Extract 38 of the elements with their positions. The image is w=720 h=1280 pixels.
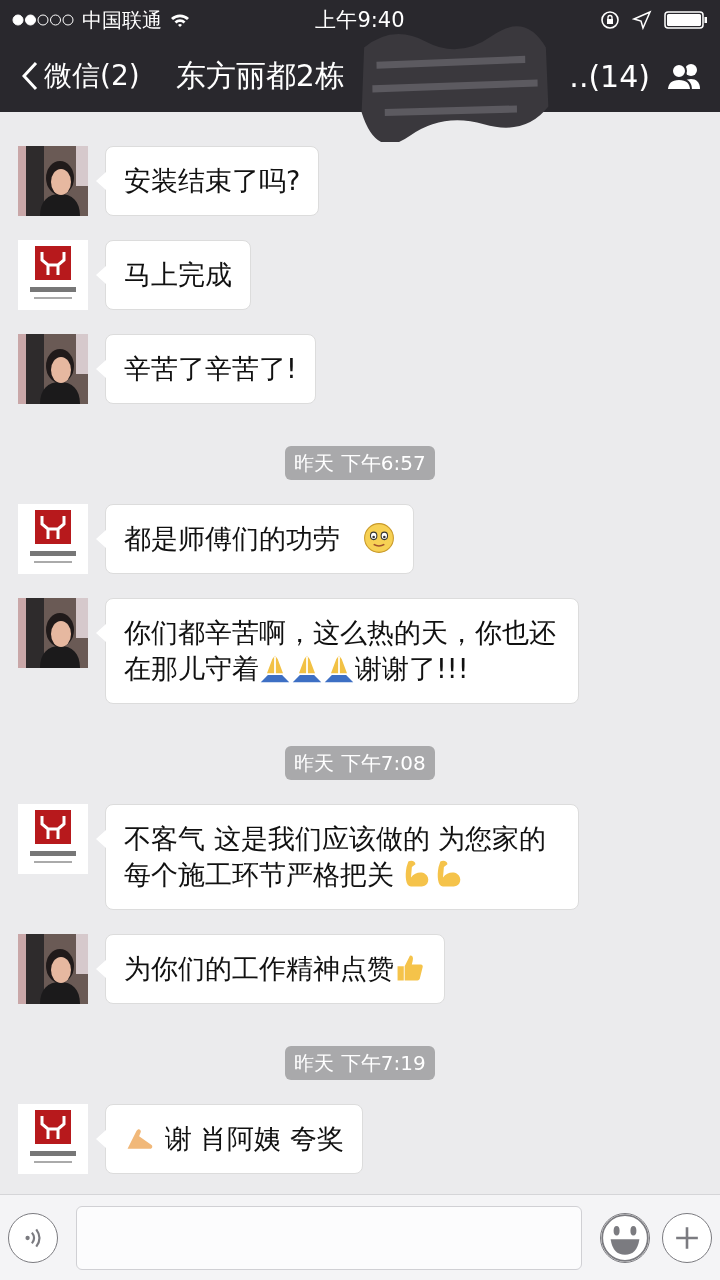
timestamp: 昨天 下午7:19	[285, 1046, 435, 1080]
plus-icon	[674, 1224, 700, 1251]
message-bubble: 都是师傅们的功劳	[105, 504, 414, 574]
company-avatar[interactable]	[18, 240, 88, 310]
emoji-button[interactable]	[600, 1212, 650, 1263]
user-avatar[interactable]	[18, 334, 88, 404]
message-bubble: 辛苦了辛苦了!	[105, 334, 316, 404]
back-button[interactable]: 微信(2)	[22, 57, 140, 95]
message-bubble: 安装结束了吗?	[105, 146, 320, 216]
chat-title: 东方丽都2栋	[175, 56, 345, 95]
voice-button[interactable]	[8, 1212, 58, 1263]
message-bubble: 谢 肖阿姨 夸奖	[105, 1104, 363, 1174]
company-avatar[interactable]	[18, 804, 88, 874]
status-time: 上午9:40	[315, 7, 405, 34]
timestamp: 昨天 下午7:08	[285, 746, 435, 780]
smiley-emoji-icon	[362, 522, 395, 554]
back-chevron-icon	[22, 61, 38, 91]
back-label: 微信(2)	[44, 58, 140, 94]
timestamp: 昨天 下午6:57	[285, 446, 435, 480]
message-bubble: 马上完成	[105, 240, 251, 310]
signal-icon	[12, 14, 74, 26]
company-avatar[interactable]	[18, 504, 88, 574]
wifi-icon	[170, 12, 190, 28]
company-avatar[interactable]	[18, 1104, 88, 1174]
battery-icon	[664, 10, 708, 30]
user-avatar[interactable]	[18, 598, 88, 668]
message-bubble: 为你们的工作精神点赞	[105, 934, 445, 1004]
smiley-icon	[601, 1213, 649, 1262]
user-avatar[interactable]	[18, 934, 88, 1004]
add-button[interactable]	[662, 1212, 712, 1263]
member-count: ..(14)	[569, 58, 650, 94]
message-bubble: 你们都辛苦啊，这么热的天，你也还在那儿守着 谢谢了!!!	[105, 598, 579, 704]
location-arrow-icon	[632, 10, 652, 30]
carrier-name: 中国联通	[82, 6, 162, 34]
user-avatar[interactable]	[18, 146, 88, 216]
message-bubble: 不客气 这是我们应该做的 为您家的每个施工环节严格把关	[105, 804, 579, 910]
rotation-lock-icon	[600, 10, 620, 30]
message-input-field[interactable]	[76, 1205, 582, 1270]
